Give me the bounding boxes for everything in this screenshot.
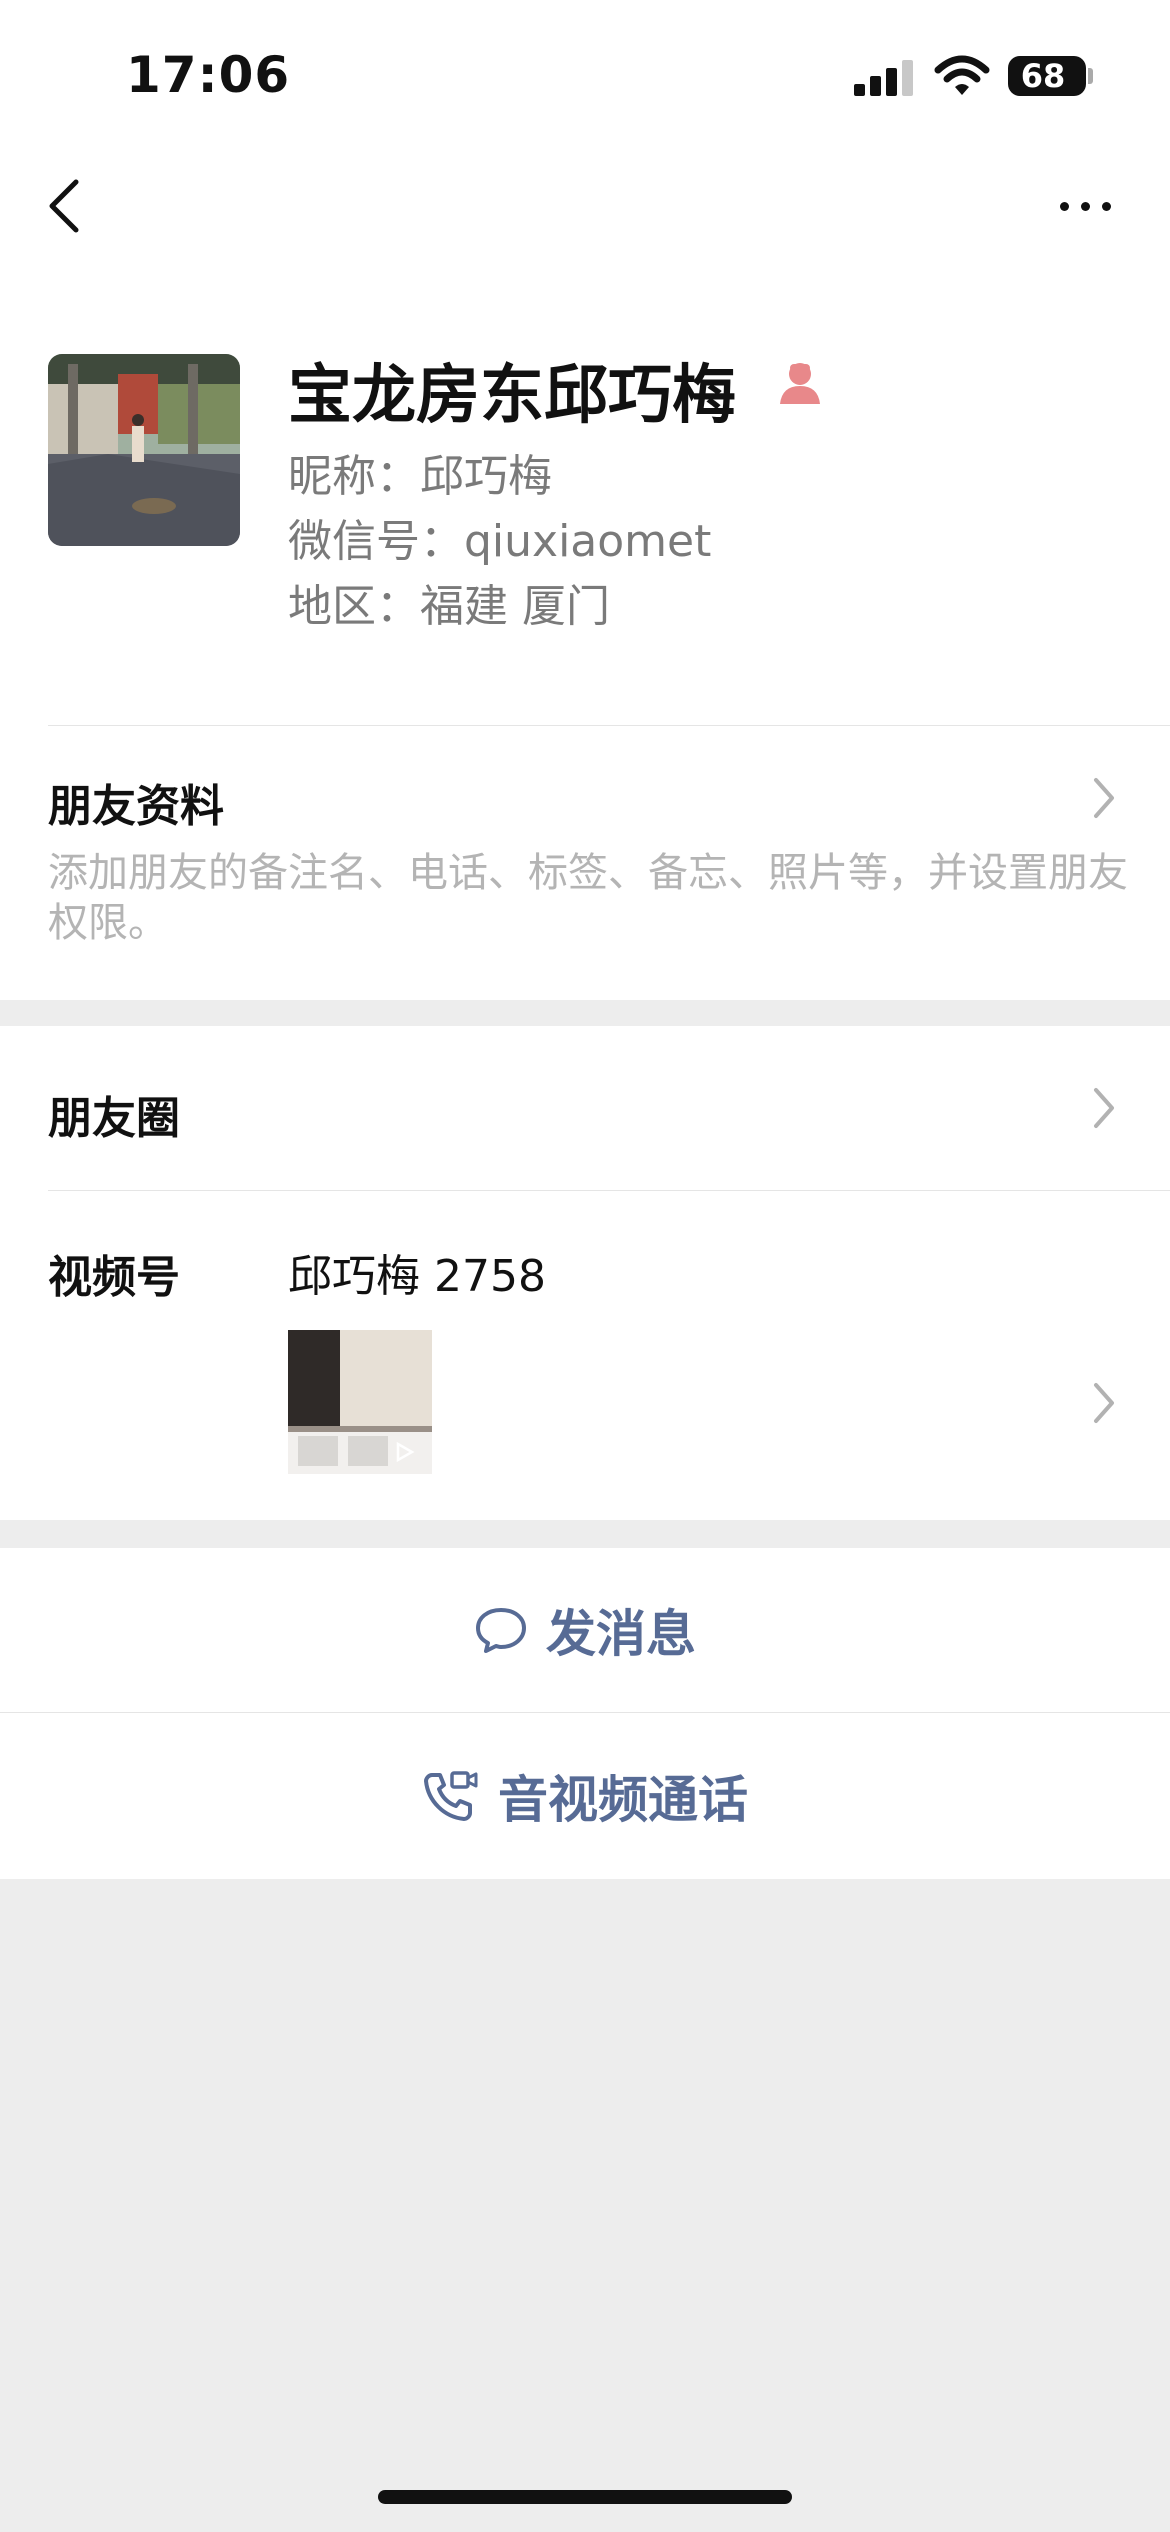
display-name: 宝龙房东邱巧梅 — [288, 359, 736, 433]
channels-row[interactable]: 视频号 — [0, 1191, 1170, 1520]
av-call-label: 音视频通话 — [498, 1771, 748, 1829]
cellular-signal-icon — [854, 58, 914, 96]
status-time: 17:06 — [126, 46, 291, 104]
send-message-button[interactable]: 发消息 — [0, 1548, 1170, 1712]
chevron-right-icon — [1094, 1383, 1114, 1423]
battery-icon: 68 — [1008, 56, 1086, 96]
female-icon — [780, 363, 820, 404]
phone-video-icon — [424, 1771, 478, 1821]
wechat-id: 微信号：qiuxiaomet — [288, 516, 712, 567]
battery-level: 68 — [1020, 57, 1066, 95]
chevron-right-icon — [1094, 778, 1114, 818]
moments-title: 朋友圈 — [48, 1093, 180, 1144]
back-arrow-icon[interactable] — [44, 176, 84, 236]
chat-bubble-icon — [476, 1608, 526, 1653]
channels-title: 视频号 — [48, 1252, 180, 1303]
battery-nub — [1088, 68, 1093, 84]
chevron-right-icon — [1094, 1088, 1114, 1128]
av-call-button[interactable]: 音视频通话 — [0, 1713, 1170, 1879]
friend-info-description: 添加朋友的备注名、电话、标签、备忘、照片等，并设置朋友权限。 — [48, 850, 1128, 946]
moments-row[interactable]: 朋友圈 — [0, 1026, 1170, 1190]
video-thumbnail-image — [288, 1330, 432, 1474]
channel-video-thumbnail[interactable] — [288, 1330, 432, 1474]
nickname: 昵称：邱巧梅 — [288, 451, 552, 502]
send-message-label: 发消息 — [546, 1605, 696, 1663]
wifi-icon — [934, 55, 990, 95]
more-options-icon[interactable] — [1056, 196, 1116, 216]
avatar[interactable] — [48, 354, 240, 546]
avatar-photo — [48, 354, 240, 546]
region: 地区：福建 厦门 — [288, 581, 610, 632]
home-indicator[interactable] — [378, 2490, 792, 2504]
status-bar: 17:06 68 — [0, 0, 1170, 150]
friend-info-title: 朋友资料 — [48, 781, 224, 832]
channel-name: 邱巧梅 2758 — [288, 1251, 546, 1302]
